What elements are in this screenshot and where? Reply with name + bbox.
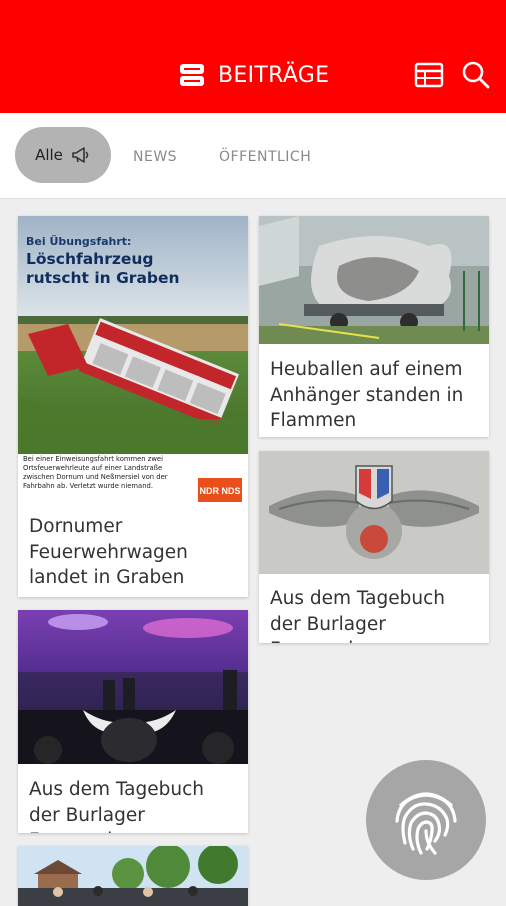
image-kicker: Bei Übungsfahrt: — [26, 235, 132, 248]
post-card-loeschfahrzeug[interactable]: NDR NDS Bei Übungsfahrt: Löschfahrzeug r… — [18, 216, 248, 597]
filter-chip-label: Alle — [35, 146, 63, 164]
post-card-tagebuch-badge[interactable]: Aus dem Tagebuch der Burlager Feuerwehr — [259, 451, 489, 643]
post-image — [18, 610, 248, 764]
post-card-outdoor-event[interactable] — [18, 846, 248, 906]
post-caption: Heuballen auf einem Anhänger standen in … — [270, 359, 464, 431]
megaphone-icon — [72, 147, 89, 163]
post-caption: Aus dem Tagebuch der Burlager Feuerwehr — [29, 779, 204, 833]
table-icon — [414, 62, 444, 88]
app-bar: BEITRÄGE — [0, 0, 506, 113]
post-card-heuballen[interactable]: Heuballen auf einem Anhänger standen in … — [259, 216, 489, 437]
post-card-tagebuch-concert[interactable]: Aus dem Tagebuch der Burlager Feuerwehr — [18, 610, 248, 833]
filter-chip-alle[interactable]: Alle — [15, 127, 111, 183]
page-title-text: BEITRÄGE — [218, 62, 330, 88]
search-icon — [462, 61, 490, 89]
post-caption: Aus dem Tagebuch der Burlager Feuerwehr — [270, 588, 445, 643]
fingerprint-icon — [395, 792, 457, 855]
fingerprint-fab[interactable] — [366, 760, 486, 880]
logo-text: NDR NDS — [199, 486, 240, 496]
news-feed-icon — [180, 64, 204, 86]
post-image — [18, 846, 248, 906]
tab-news[interactable]: NEWS — [133, 149, 177, 165]
post-image — [259, 216, 489, 344]
image-subtext: Bei einer Einweisungsfahrt kommen zwei O… — [23, 455, 168, 490]
filter-bar: Alle NEWS ÖFFENTLICH — [0, 113, 506, 199]
post-caption: Dornumer Feuerwehrwagen landet in Graben — [29, 516, 188, 588]
tab-oeffentlich[interactable]: ÖFFENTLICH — [219, 149, 311, 165]
table-view-button[interactable] — [412, 58, 446, 92]
page-title: BEITRÄGE — [178, 58, 329, 92]
search-button[interactable] — [459, 58, 493, 92]
image-headline: Löschfahrzeug rutscht in Graben — [26, 250, 180, 287]
post-image — [259, 451, 489, 574]
